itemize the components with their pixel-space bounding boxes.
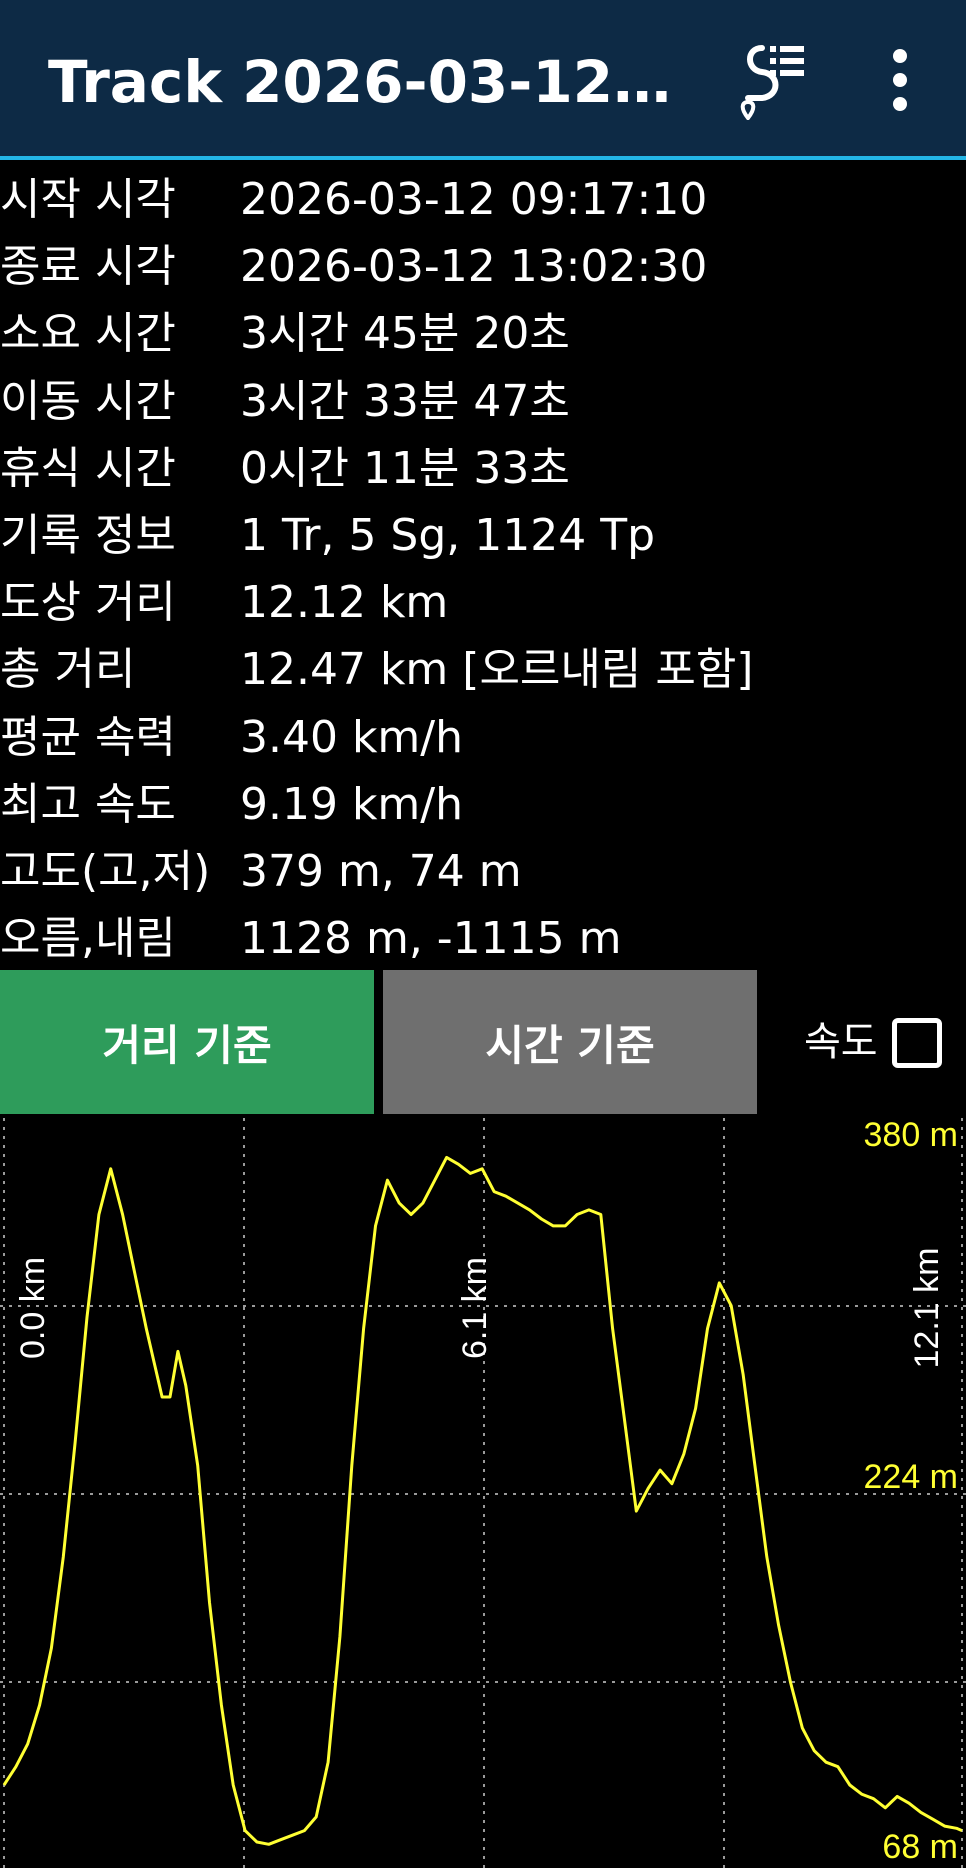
app-bar: Track 2026-03-12 09:17 (0, 0, 966, 160)
x-tick-label: 0.0 km (14, 1257, 52, 1359)
stat-label: 오름,내림 (0, 913, 176, 965)
stat-value: 2026-03-12 09:17:10 (240, 174, 708, 225)
stat-row-altitude: 고도(고,저) 379 m, 74 m (0, 838, 966, 905)
time-basis-button[interactable]: 시간 기준 (383, 970, 757, 1114)
stat-row-total-distance: 총 거리 12.47 km [오르내림 포함] (0, 636, 966, 703)
stat-label: 최고 속도 (0, 778, 176, 830)
stat-row-record-info: 기록 정보 1 Tr, 5 Sg, 1124 Tp (0, 502, 966, 569)
stat-label: 총 거리 (0, 644, 136, 696)
stat-value: 3.40 km/h (240, 711, 464, 763)
speed-checkbox[interactable] (892, 1018, 942, 1068)
route-icon[interactable] (740, 40, 812, 120)
speed-checkbox-label: 속도 (804, 1019, 878, 1065)
page-title: Track 2026-03-12 09:17 (48, 48, 688, 116)
stat-value: 1 Tr, 5 Sg, 1124 Tp (240, 509, 656, 561)
stat-value: 3시간 33분 47초 (240, 375, 570, 427)
stat-row-rest-time: 휴식 시간 0시간 11분 33초 (0, 435, 966, 502)
stat-value: 0시간 11분 33초 (240, 442, 570, 494)
stat-row-ascent-descent: 오름,내림 1128 m, -1115 m (0, 905, 966, 972)
stat-value: 3시간 45분 20초 (240, 308, 570, 360)
stat-value: 9.19 km/h (240, 778, 464, 830)
stat-label: 도상 거리 (0, 577, 176, 629)
stat-label: 평균 속력 (0, 711, 176, 763)
stat-label: 종료 시각 (0, 241, 176, 293)
stat-label: 고도(고,저) (0, 845, 211, 897)
elevation-chart: 380 m 224 m 68 m 0.0 km 6.1 km 12.1 km (0, 1118, 966, 1868)
y-tick-label: 68 m (882, 1828, 958, 1866)
y-tick-label: 380 m (864, 1118, 959, 1154)
x-tick-label: 6.1 km (456, 1257, 494, 1359)
stat-label: 시작 시각 (0, 174, 176, 225)
stat-value: 12.47 km [오르내림 포함] (240, 644, 754, 696)
distance-basis-button[interactable]: 거리 기준 (0, 970, 374, 1114)
x-tick-label: 12.1 km (908, 1248, 946, 1369)
stat-row-max-speed: 최고 속도 9.19 km/h (0, 771, 966, 838)
stat-row-start-time: 시작 시각 2026-03-12 09:17:10 (0, 166, 966, 233)
stat-row-moving-time: 이동 시간 3시간 33분 47초 (0, 368, 966, 435)
stat-label: 소요 시간 (0, 308, 176, 360)
y-tick-label: 224 m (864, 1458, 959, 1496)
stat-row-map-distance: 도상 거리 12.12 km (0, 569, 966, 636)
stat-label: 휴식 시간 (0, 442, 176, 494)
stat-label: 기록 정보 (0, 509, 176, 561)
stat-value: 1128 m, -1115 m (240, 913, 622, 965)
stat-row-avg-speed: 평균 속력 3.40 km/h (0, 704, 966, 771)
stat-value: 2026-03-12 13:02:30 (240, 241, 708, 293)
track-stats: 시작 시각 2026-03-12 09:17:10 종료 시각 2026-03-… (0, 166, 966, 972)
stat-value: 379 m, 74 m (240, 845, 522, 897)
more-vert-icon[interactable] (874, 44, 926, 116)
stat-value: 12.12 km (240, 577, 449, 629)
stat-label: 이동 시간 (0, 375, 176, 427)
stat-row-duration: 소요 시간 3시간 45분 20초 (0, 300, 966, 367)
stat-row-end-time: 종료 시각 2026-03-12 13:02:30 (0, 233, 966, 300)
